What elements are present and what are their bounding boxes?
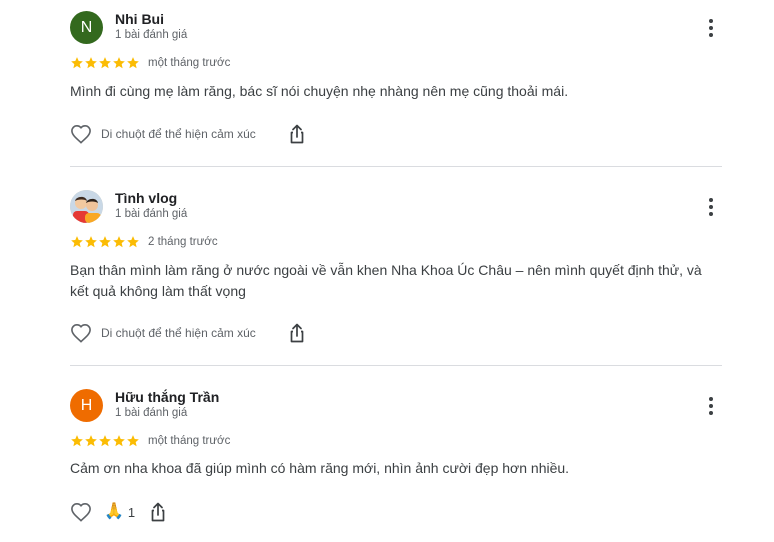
author-name[interactable]: Nhi Bui bbox=[115, 11, 164, 27]
heart-outline-icon bbox=[71, 502, 91, 522]
star-icon bbox=[113, 435, 125, 447]
share-button[interactable] bbox=[286, 123, 308, 145]
star-rating bbox=[70, 56, 140, 70]
review-time: một tháng trước bbox=[148, 435, 231, 447]
star-icon bbox=[127, 236, 139, 248]
reaction-chip[interactable]: 🙏 1 bbox=[104, 502, 135, 522]
star-icon bbox=[99, 236, 111, 248]
star-icon bbox=[85, 435, 97, 447]
star-icon bbox=[113, 236, 125, 248]
share-icon bbox=[290, 323, 304, 343]
avatar[interactable] bbox=[70, 190, 103, 223]
share-button[interactable] bbox=[286, 322, 308, 344]
rating-row: một tháng trước bbox=[70, 55, 230, 71]
author-name[interactable]: Hữu thắng Trần bbox=[115, 389, 219, 405]
reaction-count: 1 bbox=[127, 504, 136, 520]
more-options-button[interactable] bbox=[702, 195, 720, 219]
review-actions: Di chuột để thể hiện cảm xúc bbox=[70, 122, 308, 146]
author-name[interactable]: Tình vlog bbox=[115, 190, 177, 206]
like-button[interactable] bbox=[70, 322, 92, 344]
share-icon bbox=[151, 502, 165, 522]
review-count: 1 bài đánh giá bbox=[115, 407, 188, 419]
profile-photo-icon bbox=[70, 190, 103, 223]
react-hint: Di chuột để thể hiện cảm xúc bbox=[101, 326, 256, 340]
share-icon bbox=[290, 124, 304, 144]
like-button[interactable] bbox=[70, 123, 92, 145]
more-vert-icon bbox=[709, 397, 713, 415]
star-icon bbox=[71, 236, 83, 248]
star-icon bbox=[85, 236, 97, 248]
heart-outline-icon bbox=[71, 124, 91, 144]
heart-outline-icon bbox=[71, 323, 91, 343]
star-icon bbox=[85, 57, 97, 69]
star-icon bbox=[71, 435, 83, 447]
star-icon bbox=[71, 57, 83, 69]
more-vert-icon bbox=[709, 198, 713, 216]
review-text: Cảm ơn nha khoa đã giúp mình có hàm răng… bbox=[70, 460, 570, 476]
star-rating bbox=[70, 434, 140, 448]
share-button[interactable] bbox=[147, 501, 169, 523]
star-icon bbox=[127, 435, 139, 447]
review-time: một tháng trước bbox=[148, 57, 231, 69]
avatar[interactable]: H bbox=[70, 389, 103, 422]
review-actions: 🙏 1 bbox=[70, 500, 169, 524]
divider bbox=[70, 166, 722, 167]
more-options-button[interactable] bbox=[702, 16, 720, 40]
star-icon bbox=[99, 435, 111, 447]
divider bbox=[70, 365, 722, 366]
rating-row: 2 tháng trước bbox=[70, 234, 218, 250]
rating-row: một tháng trước bbox=[70, 433, 230, 449]
review-actions: Di chuột để thể hiện cảm xúc bbox=[70, 321, 308, 345]
star-icon bbox=[99, 57, 111, 69]
like-button[interactable] bbox=[70, 501, 92, 523]
react-hint: Di chuột để thể hiện cảm xúc bbox=[101, 127, 256, 141]
folded-hands-icon: 🙏 bbox=[104, 503, 124, 520]
review-text: Bạn thân mình làm răng ở nước ngoài về v… bbox=[70, 262, 702, 299]
star-icon bbox=[113, 57, 125, 69]
avatar[interactable]: N bbox=[70, 11, 103, 44]
review-count: 1 bài đánh giá bbox=[115, 208, 188, 220]
review-text: Mình đi cùng mẹ làm răng, bác sĩ nói chu… bbox=[70, 83, 569, 99]
review-count: 1 bài đánh giá bbox=[115, 29, 188, 41]
star-rating bbox=[70, 235, 140, 249]
more-vert-icon bbox=[709, 19, 713, 37]
star-icon bbox=[127, 57, 139, 69]
more-options-button[interactable] bbox=[702, 394, 720, 418]
review-time: 2 tháng trước bbox=[148, 236, 218, 248]
